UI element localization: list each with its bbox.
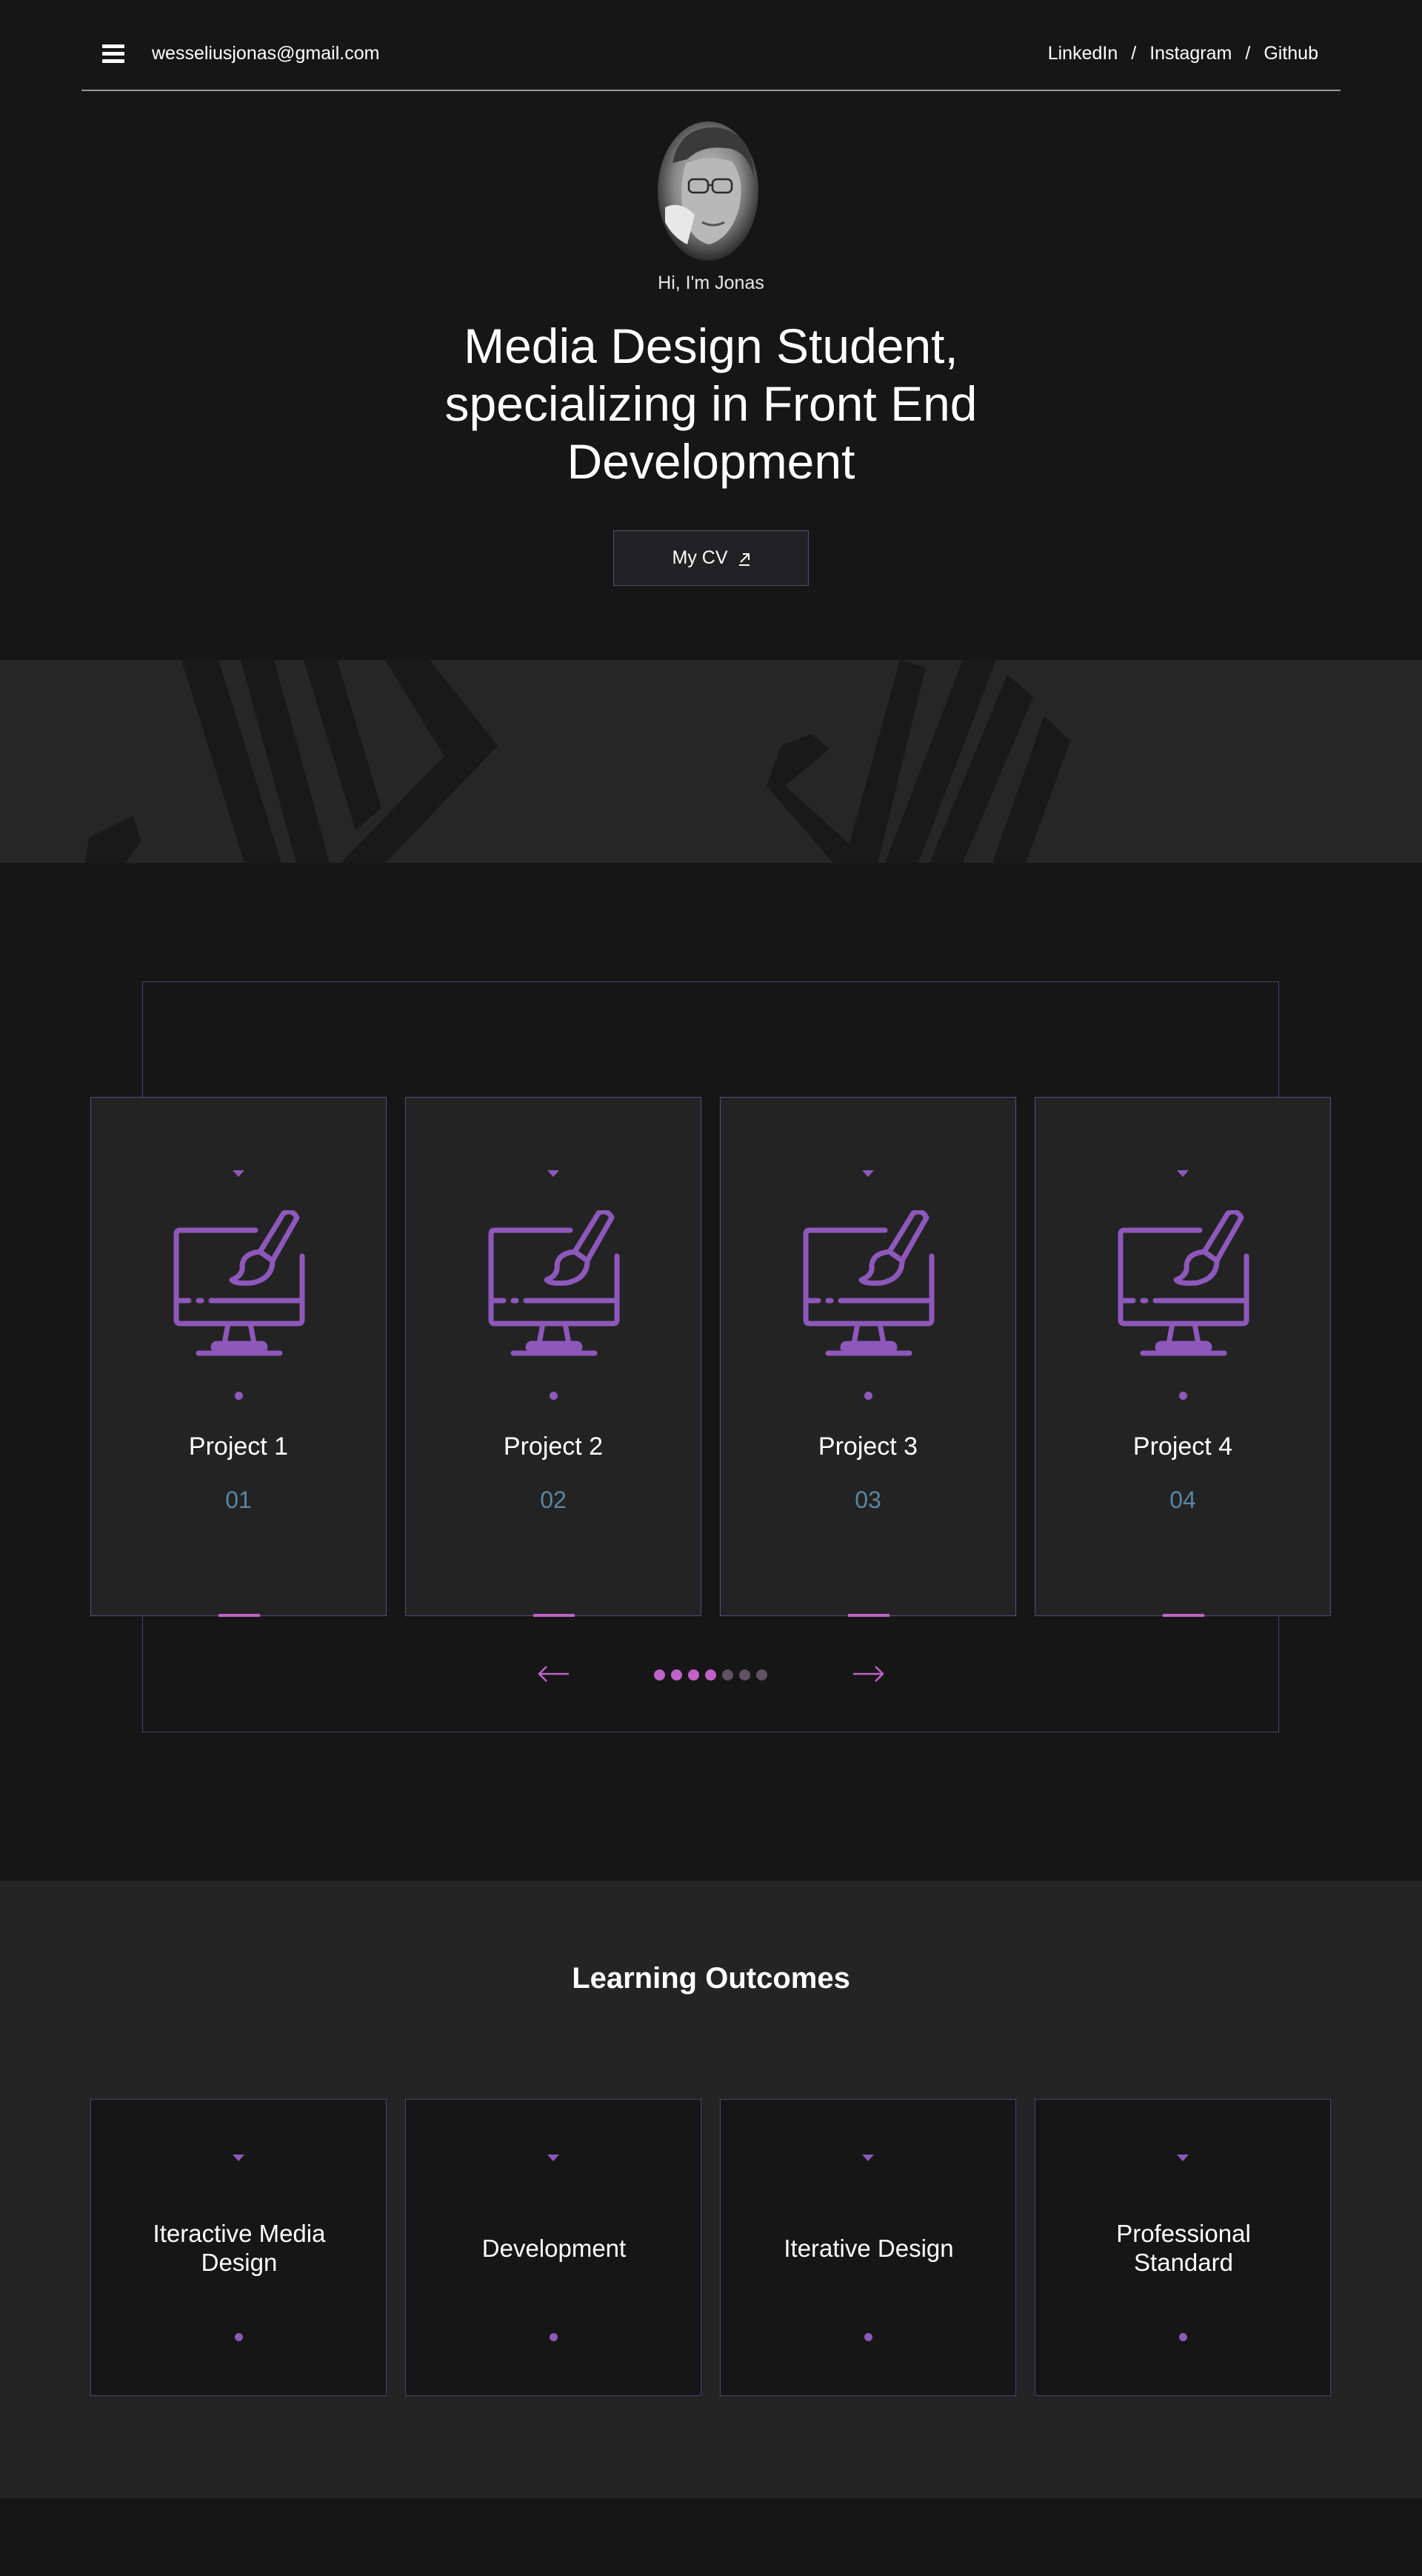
instagram-link[interactable]: Instagram	[1149, 43, 1232, 64]
active-indicator	[533, 1614, 575, 1617]
email-link[interactable]: wesseliusjonas@gmail.com	[152, 43, 379, 64]
cv-button[interactable]: My CV	[613, 530, 809, 586]
dot-marker-icon	[235, 2333, 243, 2341]
outcome-label: Iterative Design	[784, 2234, 954, 2262]
arrow-left-icon[interactable]	[535, 1659, 572, 1689]
pagination-dot[interactable]	[739, 1669, 750, 1681]
triangle-marker-icon	[862, 1170, 874, 1177]
outcome-label: Development	[481, 2234, 627, 2262]
hamburger-menu-icon[interactable]	[102, 44, 124, 64]
project-title: Project 3	[818, 1432, 918, 1461]
triangle-marker-icon	[547, 1170, 559, 1177]
monitor-paintbrush-icon	[802, 1209, 935, 1358]
learning-outcome-card[interactable]: Iterative Design	[720, 2099, 1016, 2396]
active-indicator	[848, 1614, 889, 1617]
site-header: wesseliusjonas@gmail.com LinkedIn / Inst…	[81, 0, 1341, 91]
pagination-dot[interactable]	[756, 1669, 767, 1681]
dot-marker-icon	[235, 1392, 243, 1400]
learning-outcome-card[interactable]: Professional Standard	[1035, 2099, 1331, 2396]
triangle-marker-icon	[1177, 1170, 1189, 1177]
project-card[interactable]: Project 1 01	[90, 1097, 387, 1617]
outcome-label: Iteractive Media Design	[153, 2220, 326, 2276]
nav-separator: /	[1131, 43, 1137, 64]
pagination-dot[interactable]	[671, 1669, 682, 1681]
project-title: Project 4	[1132, 1432, 1233, 1461]
project-number: 03	[855, 1486, 881, 1513]
project-card[interactable]: Project 3 03	[720, 1097, 1016, 1617]
page-title: Media Design Student, specializing in Fr…	[444, 318, 978, 489]
carousel-pagination	[654, 1669, 767, 1681]
monitor-paintbrush-icon	[487, 1209, 621, 1358]
learning-outcome-card[interactable]: Iteractive Media Design	[90, 2099, 387, 2396]
dot-marker-icon	[550, 2333, 558, 2341]
project-number: 02	[540, 1486, 567, 1513]
social-links: LinkedIn / Instagram / Github	[1048, 43, 1318, 64]
external-link-icon	[738, 553, 750, 566]
monitor-paintbrush-icon	[173, 1209, 306, 1358]
learning-outcome-card[interactable]: Development	[405, 2099, 701, 2396]
pagination-dot[interactable]	[705, 1669, 716, 1681]
nav-separator: /	[1245, 43, 1251, 64]
cv-button-label: My CV	[672, 547, 728, 568]
github-link[interactable]: Github	[1264, 43, 1318, 64]
dot-marker-icon	[1179, 1392, 1187, 1400]
avatar	[658, 121, 758, 261]
arrow-right-icon[interactable]	[850, 1659, 887, 1689]
logo-pattern	[85, 660, 1070, 863]
project-card[interactable]: Project 4 04	[1035, 1097, 1331, 1617]
greeting: Hi, I'm Jonas	[658, 273, 764, 293]
dot-marker-icon	[550, 1392, 558, 1400]
triangle-marker-icon	[233, 1170, 244, 1177]
project-card[interactable]: Project 2 02	[405, 1097, 701, 1617]
pagination-dot[interactable]	[722, 1669, 733, 1681]
pagination-dot[interactable]	[688, 1669, 699, 1681]
project-title: Project 1	[188, 1432, 289, 1461]
section-title: Learning Outcomes	[572, 1962, 850, 1995]
project-title: Project 2	[503, 1432, 604, 1461]
active-indicator	[1163, 1614, 1204, 1617]
dot-marker-icon	[864, 2333, 872, 2341]
outcome-label: Professional Standard	[1116, 2220, 1251, 2276]
monitor-paintbrush-icon	[1117, 1209, 1250, 1358]
linkedin-link[interactable]: LinkedIn	[1048, 43, 1118, 64]
decorative-banner	[0, 660, 1422, 863]
dot-marker-icon	[864, 1392, 872, 1400]
project-number: 01	[225, 1486, 252, 1513]
dot-marker-icon	[1179, 2333, 1187, 2341]
active-indicator	[218, 1614, 260, 1617]
pagination-dot[interactable]	[654, 1669, 665, 1681]
project-number: 04	[1169, 1486, 1196, 1513]
